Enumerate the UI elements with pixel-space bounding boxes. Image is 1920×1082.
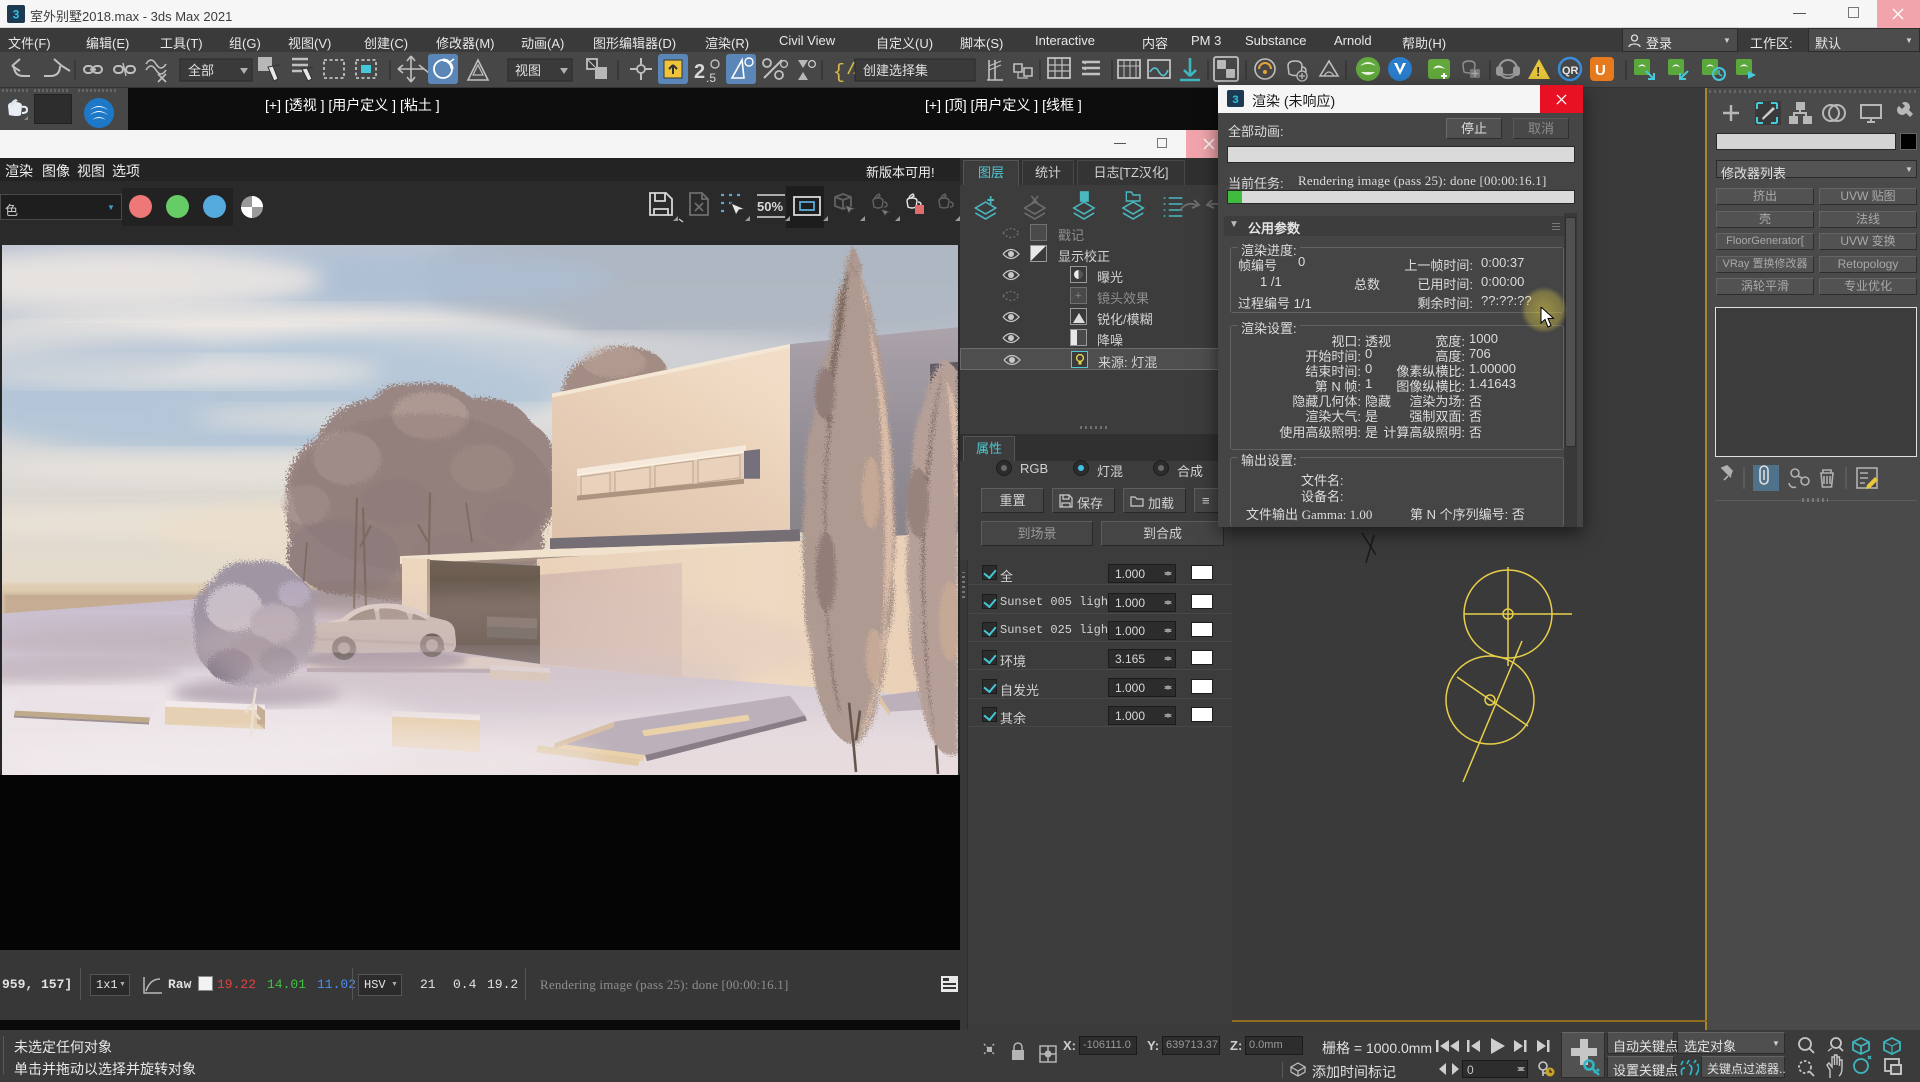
svg-text:全部: 全部 — [188, 63, 214, 78]
svg-text:U: U — [1595, 62, 1606, 79]
svg-text:创建选择集: 创建选择集 — [863, 63, 928, 78]
svg-text:QR: QR — [1562, 65, 1579, 77]
svg-text:{: { — [833, 62, 845, 85]
svg-text:.5: .5 — [706, 71, 716, 85]
svg-text:3: 3 — [1232, 94, 1238, 106]
svg-text:50%: 50% — [757, 199, 783, 214]
svg-text:视图: 视图 — [515, 63, 541, 78]
svg-text:3: 3 — [13, 8, 20, 22]
svg-text:!: ! — [1536, 64, 1540, 79]
svg-text:2: 2 — [694, 61, 705, 83]
